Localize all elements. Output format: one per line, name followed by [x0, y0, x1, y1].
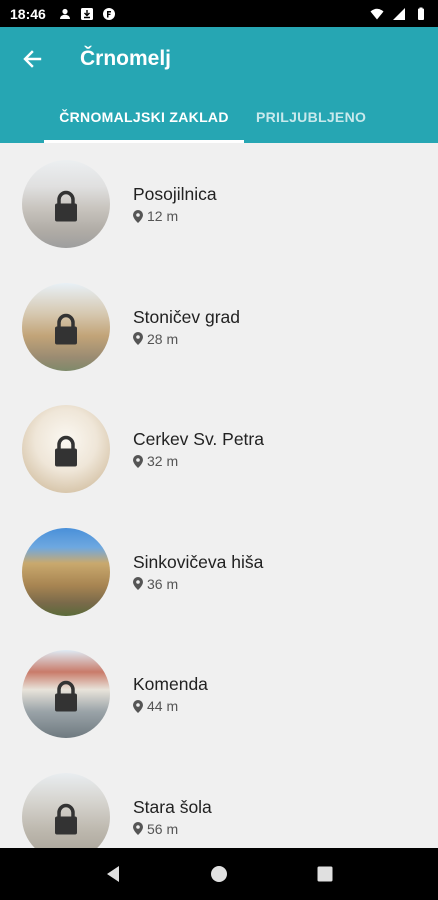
location-pin-icon	[133, 454, 143, 468]
place-thumbnail	[22, 650, 110, 739]
location-pin-icon	[133, 699, 143, 713]
place-name: Stara šola	[133, 796, 212, 817]
distance-value: 12 m	[147, 208, 179, 225]
distance-value: 32 m	[147, 453, 179, 470]
location-pin-icon	[133, 332, 143, 346]
places-list[interactable]: Posojilnica 12 m Stoničev grad 28 m Cerk…	[0, 143, 438, 848]
account-icon	[59, 8, 70, 19]
distance-value: 56 m	[147, 820, 179, 837]
place-name: Komenda	[133, 674, 208, 695]
tab-crnomaljski-zaklad[interactable]: ČRNOMALJSKI ZAKLAD	[44, 91, 244, 143]
lock-icon	[55, 191, 77, 222]
list-item[interactable]: Stoničev grad 28 m	[0, 266, 438, 389]
place-distance: 36 m	[133, 576, 263, 592]
place-distance: 32 m	[133, 453, 264, 469]
tab-bar: ČRNOMALJSKI ZAKLAD PRILJUBLJENO	[0, 91, 438, 143]
download-icon	[80, 7, 93, 20]
list-item[interactable]: Cerkev Sv. Petra 32 m	[0, 388, 438, 511]
place-name: Posojilnica	[133, 184, 217, 205]
place-name: Sinkovičeva hiša	[133, 551, 264, 572]
place-thumbnail	[22, 772, 110, 848]
place-distance: 44 m	[133, 698, 208, 714]
signal-icon	[393, 7, 405, 20]
place-distance: 12 m	[133, 208, 217, 224]
place-thumbnail	[22, 405, 110, 494]
location-pin-icon	[133, 822, 143, 836]
distance-value: 36 m	[147, 575, 179, 592]
place-distance: 56 m	[133, 821, 212, 837]
location-pin-icon	[133, 209, 143, 223]
lock-icon	[55, 436, 77, 467]
place-name: Stoničev grad	[133, 306, 241, 327]
back-triangle-icon[interactable]	[105, 865, 121, 883]
status-time: 18:46	[10, 5, 46, 22]
list-item[interactable]: Posojilnica 12 m	[0, 143, 438, 266]
location-pin-icon	[133, 577, 143, 591]
home-circle-icon[interactable]	[210, 865, 228, 883]
list-item[interactable]: Stara šola 56 m	[0, 756, 438, 848]
battery-icon	[418, 7, 424, 20]
app-notification-icon	[102, 7, 115, 20]
app-bar: Črnomelj ČRNOMALJSKI ZAKLAD PRILJUBLJENO	[0, 27, 438, 143]
system-nav-bar	[0, 848, 438, 900]
place-distance: 28 m	[133, 331, 240, 347]
place-thumbnail	[22, 282, 110, 371]
distance-value: 44 m	[147, 698, 179, 715]
list-item[interactable]: Sinkovičeva hiša 36 m	[0, 511, 438, 634]
place-thumbnail	[22, 160, 110, 249]
tab-priljubljeno[interactable]: PRILJUBLJENO	[256, 91, 366, 143]
arrow-back-icon	[23, 50, 42, 68]
back-button[interactable]	[0, 27, 64, 91]
list-item[interactable]: Komenda 44 m	[0, 633, 438, 756]
lock-icon	[55, 313, 77, 345]
place-name: Cerkev Sv. Petra	[133, 429, 264, 450]
lock-icon	[55, 681, 77, 712]
lock-icon	[55, 803, 77, 835]
distance-value: 28 m	[147, 330, 179, 347]
recents-square-icon[interactable]	[317, 866, 333, 882]
status-bar: 18:46	[0, 0, 438, 27]
wifi-icon	[370, 8, 384, 19]
page-title: Črnomelj	[80, 47, 172, 70]
place-thumbnail	[22, 527, 110, 616]
